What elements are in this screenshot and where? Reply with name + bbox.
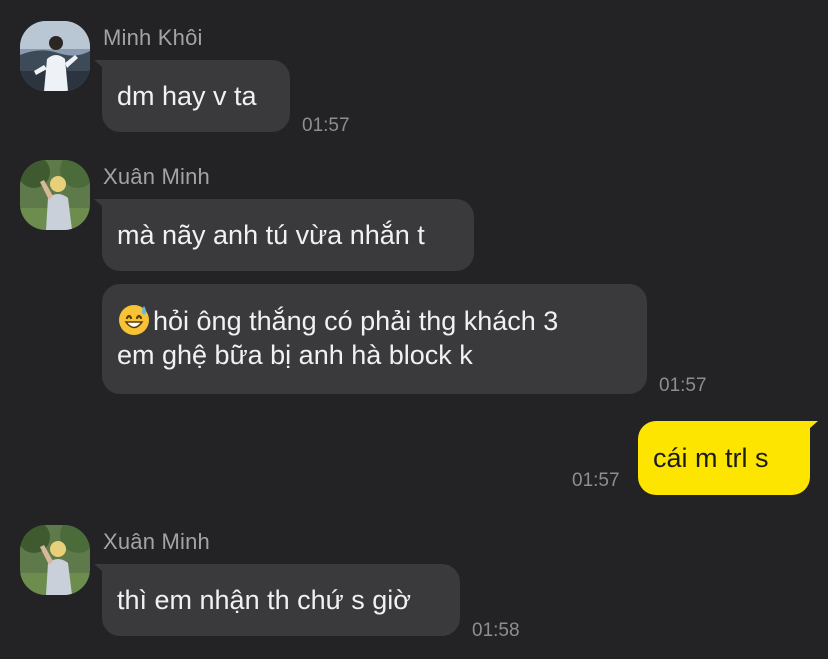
message-bubble[interactable]: thì em nhận th chứ s giờ [102, 564, 460, 636]
avatar-xuan-minh[interactable] [20, 160, 90, 230]
grinning-sweat-emoji-icon [117, 302, 151, 336]
chat-message-list: Minh Khôi dm hay v ta 01:57 Xuân Minh mà… [0, 0, 828, 659]
message-text: thì em nhận th chứ s giờ [117, 585, 411, 615]
my-message-bubble[interactable]: cái m trl s [638, 421, 810, 495]
avatar-minh-khoi[interactable] [20, 21, 90, 91]
profile-photo-icon [20, 525, 90, 595]
message-time: 01:58 [472, 620, 520, 641]
sender-name: Xuân Minh [103, 164, 210, 189]
profile-photo-icon [20, 21, 90, 91]
profile-photo-icon [20, 160, 90, 230]
sender-name: Minh Khôi [103, 25, 203, 50]
message-time: 01:57 [572, 470, 620, 491]
message-text: cái m trl s [653, 443, 769, 473]
message-bubble[interactable]: mà nãy anh tú vừa nhắn t [102, 199, 474, 271]
message-bubble[interactable]: hỏi ông thắng có phải thg khách 3 em ghệ… [102, 284, 647, 394]
sender-name: Xuân Minh [103, 529, 210, 554]
message-text: dm hay v ta [117, 81, 257, 111]
message-text: mà nãy anh tú vừa nhắn t [117, 220, 425, 250]
message-time: 01:57 [659, 375, 707, 396]
message-time: 01:57 [302, 115, 350, 136]
avatar-xuan-minh[interactable] [20, 525, 90, 595]
message-text-line: hỏi ông thắng có phải thg khách 3 [153, 306, 559, 336]
message-bubble[interactable]: dm hay v ta [102, 60, 290, 132]
message-text-line: em ghệ bữa bị anh hà block k [117, 340, 473, 370]
